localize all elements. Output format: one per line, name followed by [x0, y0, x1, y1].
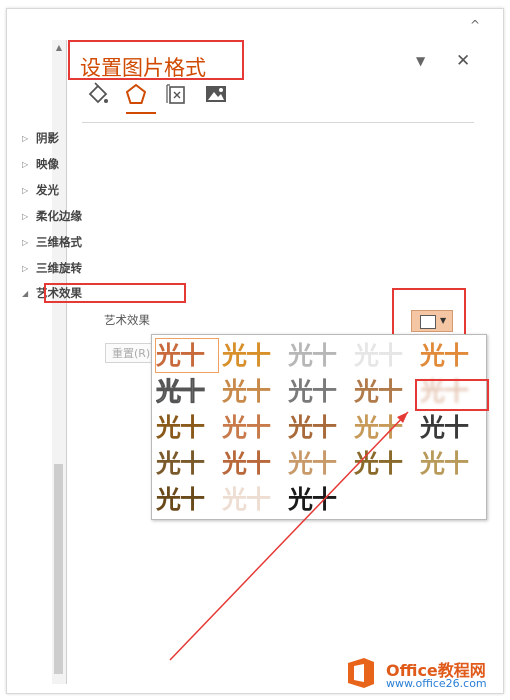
thumbnail-text: 光十 — [222, 413, 271, 442]
artistic-effects-gallery: 光十 光十 光十 光十 光十 光十 光十 光十 光十 光十 光十 光十 光十 光十 光十 光十 光十 光十 光十 光十… — [151, 334, 487, 520]
artistic-effect-thumbnail[interactable]: 光十 — [155, 338, 219, 373]
thumbnail-text: 光十 — [420, 449, 469, 478]
section-soft-edges[interactable]: ▷ 柔化边缘 — [22, 206, 82, 226]
artistic-effect-thumbnail[interactable]: 光十 — [354, 447, 416, 480]
section-label: 阴影 — [36, 131, 59, 145]
thumbnail-text: 光十 — [288, 485, 337, 514]
effects-icon[interactable] — [124, 82, 148, 106]
section-label: 映像 — [36, 157, 59, 171]
artistic-effects-highlight-box — [44, 283, 186, 303]
section-reflection[interactable]: ▷ 映像 — [22, 154, 59, 174]
dropdown-arrow-icon: ▼ — [440, 316, 447, 325]
artistic-effect-thumbnail[interactable]: 光十 — [222, 375, 284, 408]
expand-triangle-icon: ▷ — [22, 159, 29, 169]
artistic-effect-thumbnail[interactable]: 光十 — [156, 375, 218, 408]
picture-preview-icon — [420, 315, 436, 329]
thumbnail-text: 光十 — [420, 341, 469, 370]
thumbnail-text: 光十 — [222, 377, 271, 406]
artistic-effect-thumbnail[interactable]: 光十 — [420, 411, 482, 444]
thumbnail-text: 光十 — [354, 341, 403, 370]
artistic-effects-label: 艺术效果 — [104, 313, 150, 327]
collapse-ribbon-button[interactable]: ^ — [468, 18, 482, 32]
expand-triangle-icon: ▷ — [22, 133, 29, 143]
selected-effect-highlight-box — [415, 379, 489, 411]
thumbnail-text: 光十 — [156, 449, 205, 478]
artistic-effect-thumbnail[interactable]: 光十 — [354, 339, 416, 372]
close-icon[interactable]: ✕ — [456, 51, 470, 71]
active-tab-indicator — [126, 112, 156, 114]
artistic-effect-thumbnail[interactable]: 光十 — [222, 339, 284, 372]
artistic-effect-thumbnail[interactable]: 光十 — [222, 483, 284, 516]
thumbnail-text: 光十 — [156, 413, 205, 442]
thumbnail-text: 光十 — [288, 413, 337, 442]
scroll-thumb[interactable] — [54, 464, 63, 674]
artistic-effect-thumbnail[interactable]: 光十 — [222, 411, 284, 444]
scroll-up-icon[interactable]: ▲ — [52, 42, 66, 54]
artistic-effect-thumbnail[interactable]: 光十 — [156, 447, 218, 480]
artistic-effect-thumbnail[interactable]: 光十 — [288, 339, 350, 372]
picture-icon[interactable] — [204, 82, 228, 106]
artistic-effects-dropdown-button[interactable]: ▼ — [411, 310, 453, 332]
thumbnail-text: 光十 — [288, 377, 337, 406]
artistic-effect-thumbnail[interactable]: 光十 — [354, 411, 416, 444]
thumbnail-text: 光十 — [354, 449, 403, 478]
artistic-effect-thumbnail[interactable]: 光十 — [288, 447, 350, 480]
artistic-effect-thumbnail[interactable]: 光十 — [420, 339, 482, 372]
thumbnail-text: 光十 — [288, 341, 337, 370]
section-shadow[interactable]: ▷ 阴影 — [22, 128, 59, 148]
artistic-effect-thumbnail[interactable]: 光十 — [156, 411, 218, 444]
artistic-effect-thumbnail[interactable]: 光十 — [354, 375, 416, 408]
thumbnail-text: 光十 — [354, 377, 403, 406]
artistic-effect-thumbnail[interactable]: 光十 — [288, 375, 350, 408]
pane-title: 设置图片格式 — [80, 56, 206, 80]
section-3d-rotation[interactable]: ▷ 三维旋转 — [22, 258, 82, 278]
section-3d-format[interactable]: ▷ 三维格式 — [22, 232, 82, 252]
fill-line-icon[interactable] — [86, 82, 110, 106]
watermark: Office教程网 www.office26.com — [342, 652, 502, 696]
thumbnail-text: 光十 — [156, 341, 205, 370]
size-properties-icon[interactable] — [164, 82, 188, 106]
thumbnail-text: 光十 — [222, 485, 271, 514]
section-label: 柔化边缘 — [36, 209, 82, 223]
chevron-down-icon[interactable]: ▼ — [416, 54, 425, 68]
office-logo-icon — [348, 658, 374, 688]
artistic-effect-thumbnail[interactable]: 光十 — [288, 411, 350, 444]
artistic-effect-thumbnail[interactable]: 光十 — [222, 447, 284, 480]
pane-divider — [82, 122, 474, 123]
collapse-triangle-icon: ◢ — [22, 288, 29, 298]
thumbnail-text: 光十 — [354, 413, 403, 442]
expand-triangle-icon: ▷ — [22, 185, 29, 195]
thumbnail-text: 光十 — [420, 413, 469, 442]
thumbnail-text: 光十 — [222, 449, 271, 478]
expand-triangle-icon: ▷ — [22, 237, 29, 247]
thumbnail-text: 光十 — [156, 485, 205, 514]
section-glow[interactable]: ▷ 发光 — [22, 180, 59, 200]
artistic-effect-thumbnail[interactable]: 光十 — [420, 447, 482, 480]
expand-triangle-icon: ▷ — [22, 211, 29, 221]
section-label: 三维旋转 — [36, 261, 82, 275]
thumbnail-text: 光十 — [156, 377, 206, 407]
reset-button[interactable]: 重置(R) — [105, 343, 153, 363]
section-label: 发光 — [36, 183, 59, 197]
expand-triangle-icon: ▷ — [22, 263, 29, 273]
section-label: 三维格式 — [36, 235, 82, 249]
watermark-url: www.office26.com — [386, 677, 487, 690]
thumbnail-text: 光十 — [222, 341, 271, 370]
artistic-effect-thumbnail[interactable]: 光十 — [156, 483, 218, 516]
thumbnail-text: 光十 — [288, 449, 337, 478]
artistic-effect-thumbnail[interactable]: 光十 — [288, 483, 350, 516]
